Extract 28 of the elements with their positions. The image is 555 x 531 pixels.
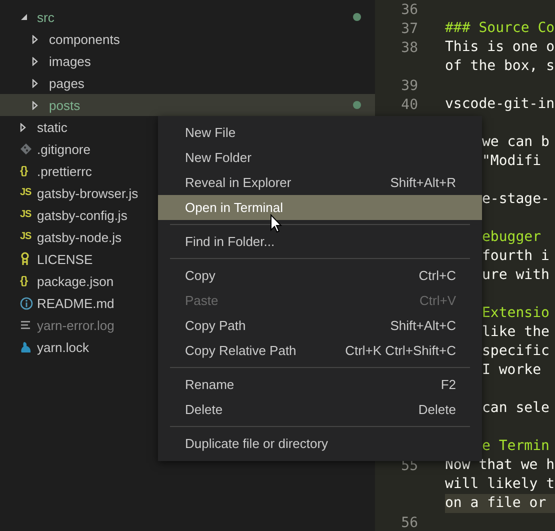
js-icon: JS — [20, 231, 32, 243]
line-number: 37 — [400, 20, 419, 36]
code-line: of the box, s — [445, 57, 555, 76]
line-number: 38 — [400, 40, 419, 56]
braces-icon: {} — [20, 275, 28, 287]
braces-icon: {} — [20, 165, 28, 177]
line-number: 39 — [400, 78, 419, 94]
code-line: ### Source Co — [445, 19, 555, 38]
code-line: specific — [482, 342, 550, 361]
code-line: like the — [482, 323, 550, 342]
code-line: can sele — [482, 399, 550, 418]
line-number: 36 — [400, 2, 419, 18]
code-line: e Termin — [482, 437, 550, 456]
code-line: we can b — [482, 133, 550, 152]
line-number: 40 — [400, 96, 419, 112]
code-line: e-stage- — [482, 190, 550, 209]
code-line: "Modifi — [482, 152, 542, 171]
js-icon: JS — [20, 187, 32, 199]
code-line: fourth i — [482, 247, 550, 266]
code-line: Extensio — [482, 304, 550, 323]
code-line: ure with — [482, 266, 550, 285]
code-line: vscode-git-in — [445, 95, 555, 114]
js-icon: JS — [20, 209, 32, 221]
code-line: I worke — [482, 361, 542, 380]
line-number: 56 — [400, 514, 419, 530]
code-line: ebugger — [482, 228, 542, 247]
code-line: will likely t — [445, 475, 555, 494]
code-line: This is one o — [445, 38, 555, 57]
